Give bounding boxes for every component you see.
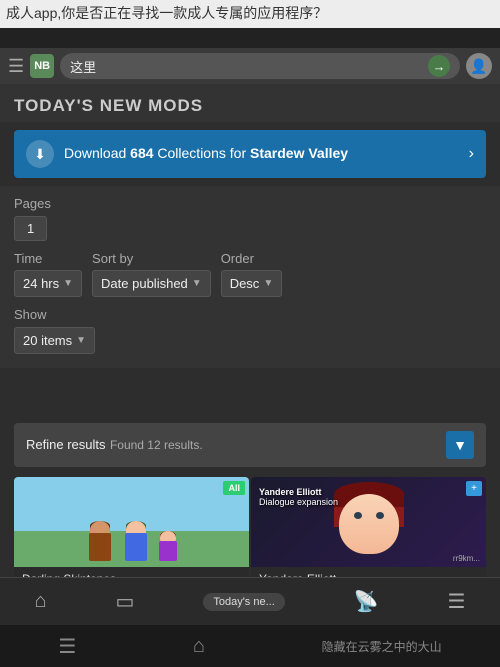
nav-today-tab[interactable]: Today's ne... xyxy=(203,593,284,611)
refine-results-bar[interactable]: Refine results Found 12 results. ▼ xyxy=(14,423,486,467)
filter-row: Time 24 hrs ▼ Sort by Date published ▼ O… xyxy=(14,251,486,297)
mod-card-yandere[interactable]: + Yandere Elliott Dialogue expansion rr9… xyxy=(251,477,486,577)
sort-label: Sort by xyxy=(92,251,211,266)
nav-feed[interactable]: 📡 xyxy=(346,585,387,618)
feed-icon: 📡 xyxy=(354,589,379,614)
browser-favicon: NB xyxy=(30,54,54,78)
refine-text: Refine results Found 12 results. xyxy=(26,436,203,454)
time-select[interactable]: 24 hrs ▼ xyxy=(14,270,82,297)
adult-app-overlay: 成人app,你是否正在寻找一款成人专属的应用程序？ xyxy=(0,0,500,28)
pixel-char-1 xyxy=(86,521,114,561)
mod-image-darling: All xyxy=(14,477,249,567)
show-section: Show 20 items ▼ xyxy=(14,307,486,354)
section-header: TODAY'S NEW MODS xyxy=(0,84,500,122)
order-filter-group: Order Desc ▼ xyxy=(221,251,283,297)
home-icon: ⌂ xyxy=(34,590,46,613)
mod-image-yandere: + Yandere Elliott Dialogue expansion rr9… xyxy=(251,477,486,567)
time-filter-group: Time 24 hrs ▼ xyxy=(14,251,82,297)
mod-title-bar-darling: Darling Skintones xyxy=(14,567,249,577)
mod-badge-all: All xyxy=(223,481,245,495)
mod-grid: All Darling Skintones + Yander xyxy=(0,477,500,577)
browser-go-button[interactable]: → xyxy=(428,55,450,77)
download-banner[interactable]: ⬇ Download 684 Collections for Stardew V… xyxy=(14,130,486,178)
sys-back-button[interactable]: ☰ xyxy=(58,634,76,659)
pages-label: Pages xyxy=(14,196,486,211)
nav-today[interactable]: Today's ne... xyxy=(195,589,292,615)
download-text: Download 684 Collections for Stardew Val… xyxy=(64,144,459,164)
system-nav: ☰ ⌂ 隐藏在云雾之中的大山 xyxy=(0,625,500,667)
order-label: Order xyxy=(221,251,283,266)
mod-title-bar-yandere: Yandere Elliott... xyxy=(251,567,486,577)
overlay-text: 成人app,你是否正在寻找一款成人专属的应用程序？ xyxy=(6,5,327,21)
time-label: Time xyxy=(14,251,82,266)
mod-badge-plus: + xyxy=(466,481,482,496)
browser-menu-icon[interactable]: ☰ xyxy=(8,56,24,77)
show-arrow-icon: ▼ xyxy=(76,335,86,346)
pixel-char-3 xyxy=(158,531,178,561)
url-text: 这里 xyxy=(70,57,424,76)
library-icon: ▭ xyxy=(116,589,135,614)
show-label: Show xyxy=(14,307,486,322)
show-select[interactable]: 20 items ▼ xyxy=(14,327,95,354)
nav-more[interactable]: ☰ xyxy=(440,585,474,618)
pixel-char-2 xyxy=(122,521,150,561)
sys-watermark: 隐藏在云雾之中的大山 xyxy=(322,638,442,655)
sys-home-button[interactable]: ⌂ xyxy=(193,635,205,658)
browser-chrome: ☰ NB 这里 → 👤 xyxy=(0,48,500,84)
bottom-nav: ⌂ ▭ Today's ne... 📡 ☰ xyxy=(0,577,500,625)
page-1-button[interactable]: 1 xyxy=(14,216,47,241)
order-select[interactable]: Desc ▼ xyxy=(221,270,283,297)
controls-area: Pages 1 Time 24 hrs ▼ Sort by Date publi… xyxy=(0,186,500,368)
sort-select[interactable]: Date published ▼ xyxy=(92,270,211,297)
order-arrow-icon: ▼ xyxy=(263,278,273,289)
section-title: TODAY'S NEW MODS xyxy=(14,96,486,116)
more-icon: ☰ xyxy=(448,589,466,614)
nav-library[interactable]: ▭ xyxy=(108,585,143,618)
sort-filter-group: Sort by Date published ▼ xyxy=(92,251,211,297)
sort-arrow-icon: ▼ xyxy=(192,278,202,289)
pages-section: Pages 1 xyxy=(14,196,486,241)
time-arrow-icon: ▼ xyxy=(63,278,73,289)
refine-chevron-icon[interactable]: ▼ xyxy=(446,431,474,459)
download-chevron-icon: › xyxy=(469,145,474,163)
main-content: TODAY'S NEW MODS ⬇ Download 684 Collecti… xyxy=(0,84,500,577)
browser-url-bar[interactable]: 这里 → xyxy=(60,53,460,79)
browser-avatar[interactable]: 👤 xyxy=(466,53,492,79)
mod-card-darling[interactable]: All Darling Skintones xyxy=(14,477,249,577)
download-icon: ⬇ xyxy=(26,140,54,168)
nav-home[interactable]: ⌂ xyxy=(26,586,54,617)
